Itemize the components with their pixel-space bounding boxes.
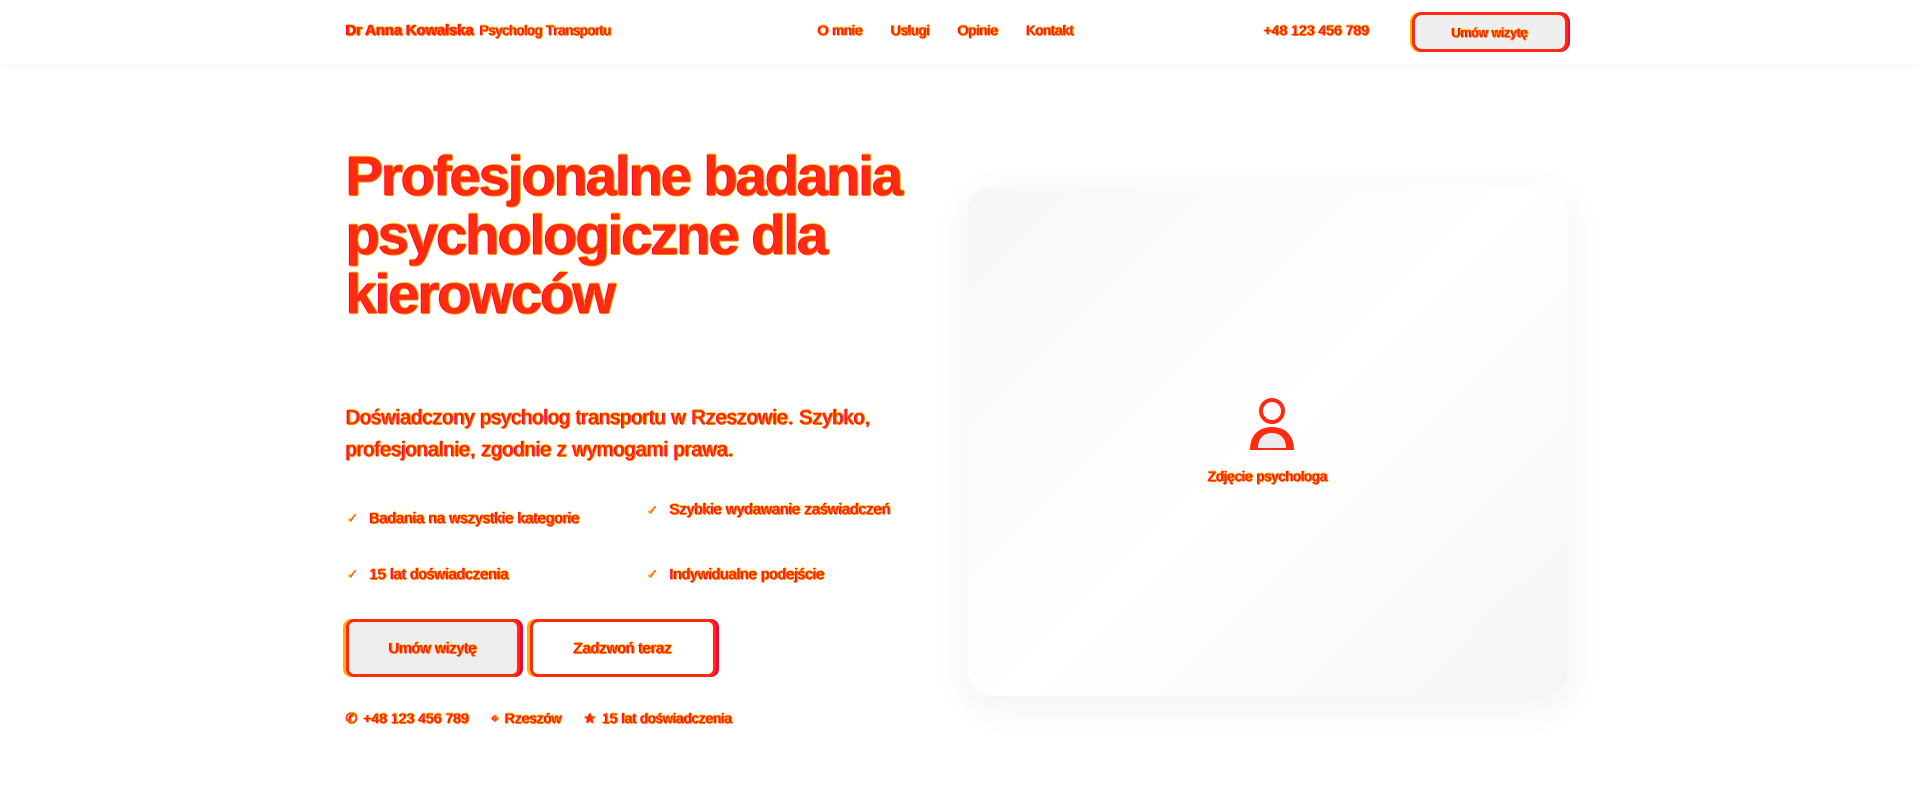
- nav-item-opinie[interactable]: Opinie: [958, 22, 998, 38]
- check-icon: ✓: [346, 510, 358, 526]
- user-icon: [1250, 398, 1294, 450]
- brand-subtitle: Psycholog Transportu: [479, 22, 612, 38]
- brand[interactable]: Dr Anna Kowalska Psycholog Transportu: [346, 22, 612, 39]
- check-icon: ✓: [346, 566, 358, 582]
- book-appointment-button[interactable]: Umów wizytę: [346, 619, 520, 677]
- feature-label: Badania na wszystkie kategorie: [369, 509, 580, 527]
- meta-city: ⌖ Rzeszów: [491, 710, 562, 727]
- site-header: Dr Anna Kowalska Psycholog Transportu O …: [0, 0, 1920, 64]
- main-nav: O mnie Usługi Opinie Kontakt: [818, 22, 1074, 38]
- feature-label: Szybkie wydawanie zaświadczeń: [669, 501, 891, 518]
- location-icon: ⌖: [491, 710, 500, 726]
- header-book-button[interactable]: Umów wizytę: [1412, 12, 1568, 52]
- feature-item: ✓ 15 lat doświadczenia: [346, 554, 646, 594]
- feature-item: ✓ Szybkie wydawanie zaświadczeń: [646, 498, 906, 538]
- feature-item: ✓ Badania na wszystkie kategorie: [346, 498, 646, 538]
- header-phone-link[interactable]: +48 123 456 789: [1264, 22, 1370, 38]
- check-icon: ✓: [646, 566, 658, 582]
- feature-list: ✓ Badania na wszystkie kategorie ✓ Szybk…: [346, 498, 906, 594]
- contact-meta: ✆ +48 123 456 789 ⌖ Rzeszów ★ 15 lat doświa…: [346, 710, 732, 727]
- meta-phone-label: +48 123 456 789: [363, 710, 470, 726]
- meta-phone[interactable]: ✆ +48 123 456 789: [346, 710, 469, 727]
- nav-item-o-mnie[interactable]: O mnie: [818, 22, 863, 38]
- feature-label: 15 lat doświadczenia: [369, 565, 509, 583]
- nav-item-kontakt[interactable]: Kontakt: [1027, 22, 1074, 38]
- call-now-button[interactable]: Zadzwoń teraz: [530, 619, 716, 677]
- feature-label: Indywidualne podejście: [669, 565, 825, 583]
- psychologist-photo-card: Zdjęcie psychologa: [968, 186, 1568, 696]
- hero-description: Doświadczony psycholog transportu w Rzes…: [346, 407, 871, 461]
- meta-experience: ★ 15 lat doświadczenia: [584, 710, 733, 727]
- nav-item-uslugi[interactable]: Usługi: [891, 22, 930, 38]
- check-icon: ✓: [646, 502, 658, 518]
- meta-experience-label: 15 lat doświadczenia: [602, 710, 733, 726]
- award-icon: ★: [583, 710, 597, 726]
- photo-placeholder-label: Zdjęcie psychologa: [1208, 468, 1328, 484]
- brand-name: Dr Anna Kowalska: [346, 22, 474, 39]
- feature-item: ✓ Indywidualne podejście: [646, 554, 906, 594]
- meta-city-label: Rzeszów: [505, 710, 562, 726]
- hero-title: Profesjonalne badania psychologiczne dla…: [346, 144, 904, 325]
- phone-icon: ✆: [346, 710, 358, 726]
